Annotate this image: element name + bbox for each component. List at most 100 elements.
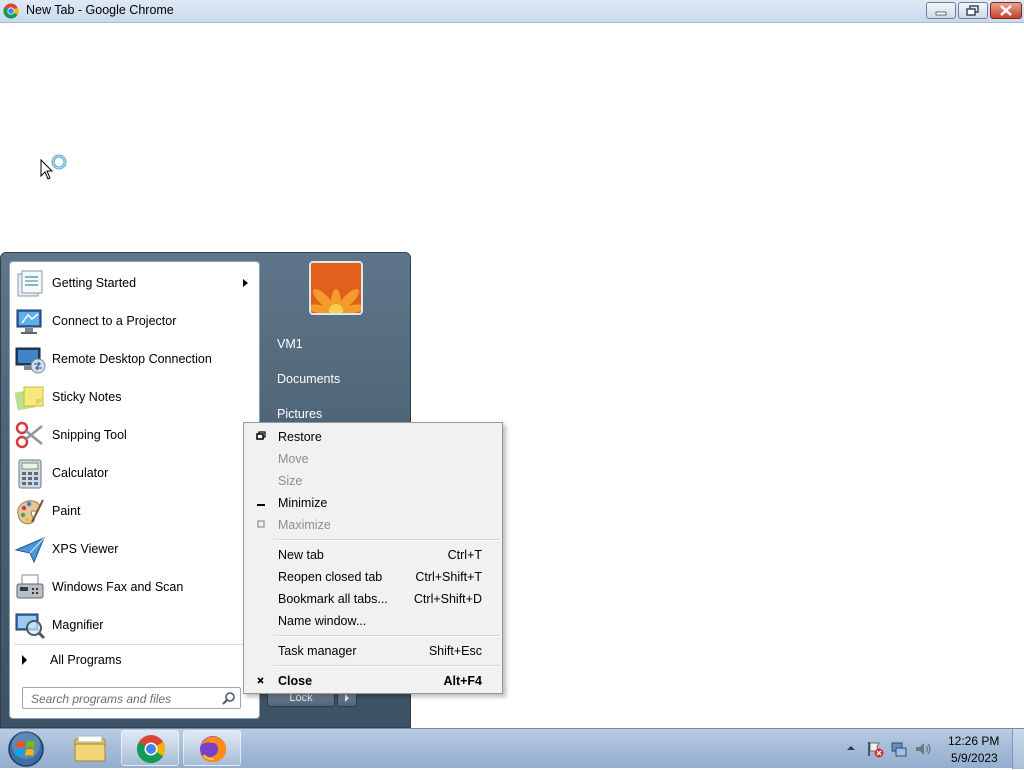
chrome-icon — [3, 3, 19, 19]
minimize-button[interactable] — [926, 2, 956, 19]
menu-item-label: Bookmark all tabs... — [278, 592, 388, 606]
start-button[interactable] — [6, 729, 46, 769]
menu-item-maximize: Maximize — [246, 513, 500, 535]
chrome-icon — [137, 735, 165, 763]
menu-item-move: Move — [246, 447, 500, 469]
menu-item-label: Close — [278, 674, 313, 688]
restore-glyph-icon — [256, 431, 266, 440]
menu-item-close[interactable]: Close Alt+F4 — [246, 669, 500, 691]
menu-item-shortcut: Shift+Esc — [428, 644, 482, 658]
user-picture[interactable] — [309, 261, 363, 315]
menu-item-label: Move — [278, 452, 309, 466]
maximize-glyph-icon — [257, 520, 265, 528]
menu-item-bookmark-all-tabs[interactable]: Bookmark all tabs... Ctrl+Shift+D — [246, 587, 500, 609]
search-icon[interactable] — [222, 691, 236, 705]
menu-item-reopen-closed-tab[interactable]: Reopen closed tab Ctrl+Shift+T — [246, 565, 500, 587]
user-folder-link[interactable]: VM1 — [277, 337, 303, 351]
submenu-arrow-icon — [243, 279, 248, 287]
flower-avatar-icon — [311, 263, 361, 313]
remote-desktop-icon — [15, 347, 46, 374]
program-getting-started[interactable]: Getting Started — [14, 266, 254, 302]
show-hidden-icons-arrow-icon[interactable] — [846, 744, 856, 752]
program-label: Remote Desktop Connection — [52, 352, 212, 366]
menu-item-new-tab[interactable]: New tab Ctrl+T — [246, 543, 500, 565]
taskbar-chrome[interactable] — [121, 730, 179, 766]
close-glyph-icon — [257, 677, 264, 684]
search-placeholder: Search programs and files — [31, 692, 172, 706]
firefox-icon — [200, 736, 226, 762]
window-context-menu: Restore Move Size Minimize Maximize New … — [243, 422, 503, 694]
taskbar-file-explorer[interactable] — [60, 730, 118, 766]
menu-item-size: Size — [246, 469, 500, 491]
program-magnifier[interactable]: Magnifier — [14, 608, 254, 644]
minimize-icon — [935, 11, 947, 16]
sticky-notes-icon — [14, 386, 44, 411]
minimize-glyph-icon — [257, 504, 265, 506]
menu-item-label: Maximize — [278, 518, 331, 532]
menu-item-label: Size — [278, 474, 303, 488]
taskbar-firefox[interactable] — [183, 730, 241, 766]
documents-link[interactable]: Documents — [277, 372, 340, 386]
menu-separator — [274, 635, 500, 637]
magnifier-icon — [15, 613, 46, 640]
title-bar[interactable]: New Tab - Google Chrome — [0, 0, 1024, 23]
restore-icon — [966, 5, 979, 16]
menu-item-label: Minimize — [278, 496, 328, 510]
calculator-icon — [18, 459, 42, 489]
clock-date[interactable]: 5/9/2023 — [951, 751, 998, 765]
menu-item-restore[interactable]: Restore — [246, 425, 500, 447]
clock-time[interactable]: 12:26 PM — [948, 734, 999, 748]
program-label: Windows Fax and Scan — [52, 580, 184, 594]
show-desktop-button[interactable] — [1012, 729, 1024, 769]
divider — [14, 644, 252, 645]
file-explorer-icon — [74, 735, 106, 762]
restore-button[interactable] — [958, 2, 988, 19]
program-paint[interactable]: Paint — [14, 494, 254, 530]
menu-item-minimize[interactable]: Minimize — [246, 491, 500, 513]
projector-icon — [16, 309, 42, 334]
search-input[interactable]: Search programs and files — [22, 687, 241, 709]
program-remote-desktop[interactable]: Remote Desktop Connection — [14, 342, 254, 378]
program-label: Getting Started — [52, 276, 137, 290]
program-xps-viewer[interactable]: XPS Viewer — [14, 532, 254, 568]
busy-cursor-icon — [40, 154, 67, 180]
paint-palette-icon — [17, 499, 44, 525]
menu-item-label: Reopen closed tab — [278, 570, 383, 584]
menu-item-name-window[interactable]: Name window... — [246, 609, 500, 631]
menu-item-label: Name window... — [278, 614, 367, 628]
network-icon[interactable] — [890, 740, 908, 758]
fax-icon — [16, 574, 44, 599]
menu-item-label: Task manager — [278, 644, 357, 658]
taskbar: 12:26 PM 5/9/2023 — [0, 728, 1024, 769]
program-label: Snipping Tool — [52, 428, 127, 442]
program-label: XPS Viewer — [52, 542, 119, 556]
all-programs-button[interactable]: All Programs — [14, 648, 254, 672]
menu-separator — [274, 665, 500, 667]
program-snipping-tool[interactable]: Snipping Tool — [14, 418, 254, 454]
menu-item-task-manager[interactable]: Task manager Shift+Esc — [246, 639, 500, 661]
getting-started-icon — [17, 270, 43, 297]
volume-icon[interactable] — [914, 740, 932, 758]
program-calculator[interactable]: Calculator — [14, 456, 254, 492]
close-icon — [1000, 5, 1012, 16]
xps-viewer-icon — [14, 537, 45, 564]
scissors-icon — [15, 421, 43, 449]
program-windows-fax-and-scan[interactable]: Windows Fax and Scan — [14, 570, 254, 606]
pictures-link[interactable]: Pictures — [277, 407, 322, 421]
close-button[interactable] — [990, 2, 1022, 19]
program-sticky-notes[interactable]: Sticky Notes — [14, 380, 254, 416]
menu-item-shortcut: Ctrl+Shift+D — [413, 592, 482, 606]
program-label: Calculator — [52, 466, 109, 480]
program-connect-to-projector[interactable]: Connect to a Projector — [14, 304, 254, 340]
menu-item-shortcut: Ctrl+T — [447, 548, 482, 562]
program-label: Paint — [52, 504, 81, 518]
menu-separator — [274, 539, 500, 541]
program-label: Connect to a Projector — [52, 314, 177, 328]
all-programs-label: All Programs — [50, 653, 122, 667]
menu-item-shortcut: Alt+F4 — [443, 674, 482, 688]
window-title: New Tab - Google Chrome — [26, 3, 174, 17]
menu-item-label: New tab — [278, 548, 324, 562]
action-center-flag-icon[interactable] — [866, 740, 884, 758]
expand-arrow-icon — [22, 655, 27, 665]
start-menu-programs-pane: Getting Started Connect to a Projector R… — [9, 261, 260, 719]
